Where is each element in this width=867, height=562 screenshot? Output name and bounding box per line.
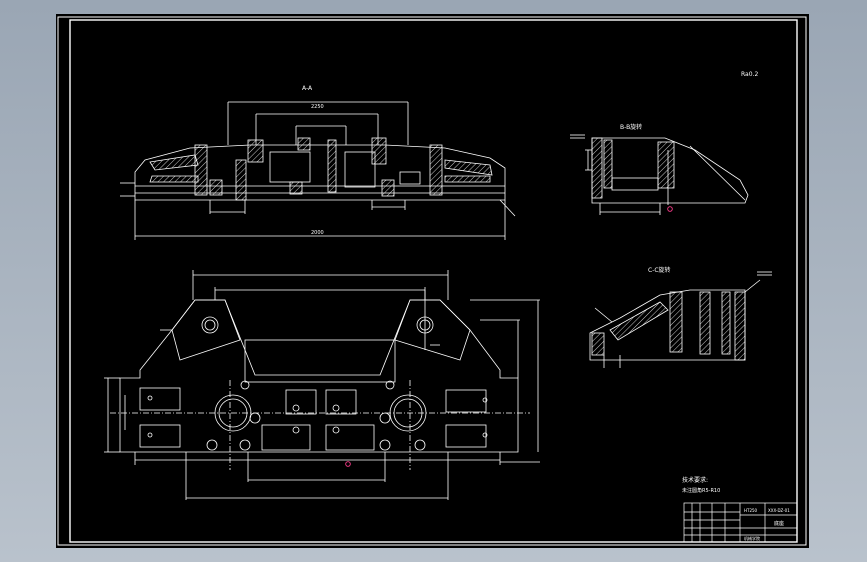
drawing-sheet (56, 14, 809, 548)
title-block-material: HT250 (744, 508, 758, 513)
overall-width-dimension: 2000 (311, 230, 324, 236)
section-b-label: B-B旋转 (620, 123, 642, 131)
cad-viewport[interactable]: Ra0.2 A-A 2250 2000 B-B旋转 C-C旋转 技术要求: 未注… (0, 0, 867, 562)
roughness-note: Ra0.2 (741, 71, 758, 78)
section-c-label: C-C旋转 (648, 266, 671, 274)
tech-requirements-line-1: 未注圆角R5-R10 (682, 487, 720, 494)
top-dimension: 2250 (311, 104, 324, 110)
tech-requirements-title: 技术要求: (682, 476, 708, 484)
title-block-school: 机械学院 (744, 535, 760, 541)
title-block-drawing-no: XXX-DZ-01 (768, 508, 790, 513)
title-block-part-name: 底座 (774, 520, 784, 527)
section-a-label: A-A (302, 85, 313, 92)
